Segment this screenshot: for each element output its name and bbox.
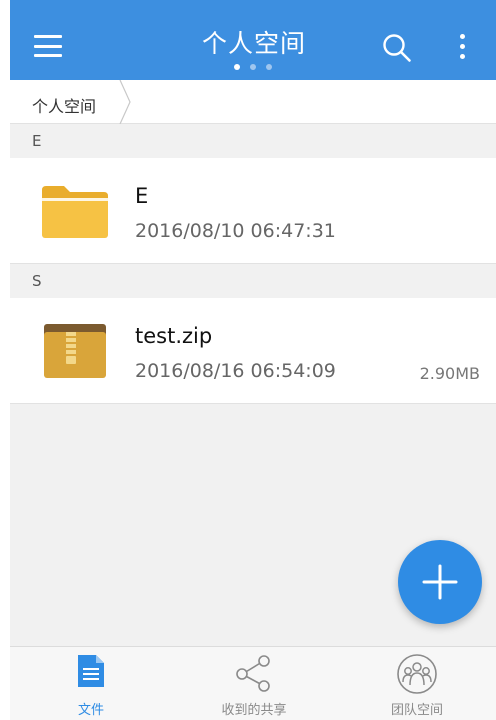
more-options-icon[interactable] [458,34,466,60]
breadcrumb-label: 个人空间 [32,97,97,116]
tab-team-space[interactable]: 团队空间 [336,647,496,720]
breadcrumb-chevron-icon [119,80,131,124]
page-title: 个人空间 [201,29,306,58]
file-row-test-zip[interactable]: test.zip 2016/08/16 06:54:09 2.90MB [10,298,496,404]
tab-label: 团队空间 [390,703,443,718]
page-dot[interactable] [234,64,240,70]
file-date: 2016/08/16 06:54:09 [135,360,336,382]
section-header-s: S [10,264,496,298]
tab-label: 文件 [77,703,104,718]
document-icon [78,655,104,687]
file-name: E [135,184,149,208]
row-divider [10,403,496,404]
folder-icon [42,186,108,238]
file-name: test.zip [135,324,213,348]
page-dot[interactable] [266,64,272,70]
file-size: 2.90MB [419,364,480,383]
breadcrumb: 个人空间 [10,80,496,124]
share-icon [236,655,270,692]
bottom-tab-bar: 文件 收到的共享 团队空间 [10,646,496,720]
page-indicator [234,64,284,72]
add-button[interactable] [398,540,482,624]
section-letter: S [32,272,42,290]
tab-received-shares[interactable]: 收到的共享 [173,647,335,720]
zip-archive-icon [44,324,106,378]
file-row-folder-e[interactable]: E 2016/08/10 06:47:31 [10,158,496,264]
file-date: 2016/08/10 06:47:31 [135,220,336,242]
section-header-e: E [10,124,496,158]
team-icon [397,654,437,694]
plus-icon [422,564,458,600]
tab-files[interactable]: 文件 [10,647,172,720]
top-app-bar: 个人空间 [10,0,496,80]
app-frame: 个人空间 个人空间 E E 2016/08/10 06:47:31 S test… [10,0,496,720]
tab-label: 收到的共享 [221,703,287,718]
search-icon[interactable] [382,33,412,63]
section-letter: E [32,132,42,150]
page-dot[interactable] [250,64,256,70]
